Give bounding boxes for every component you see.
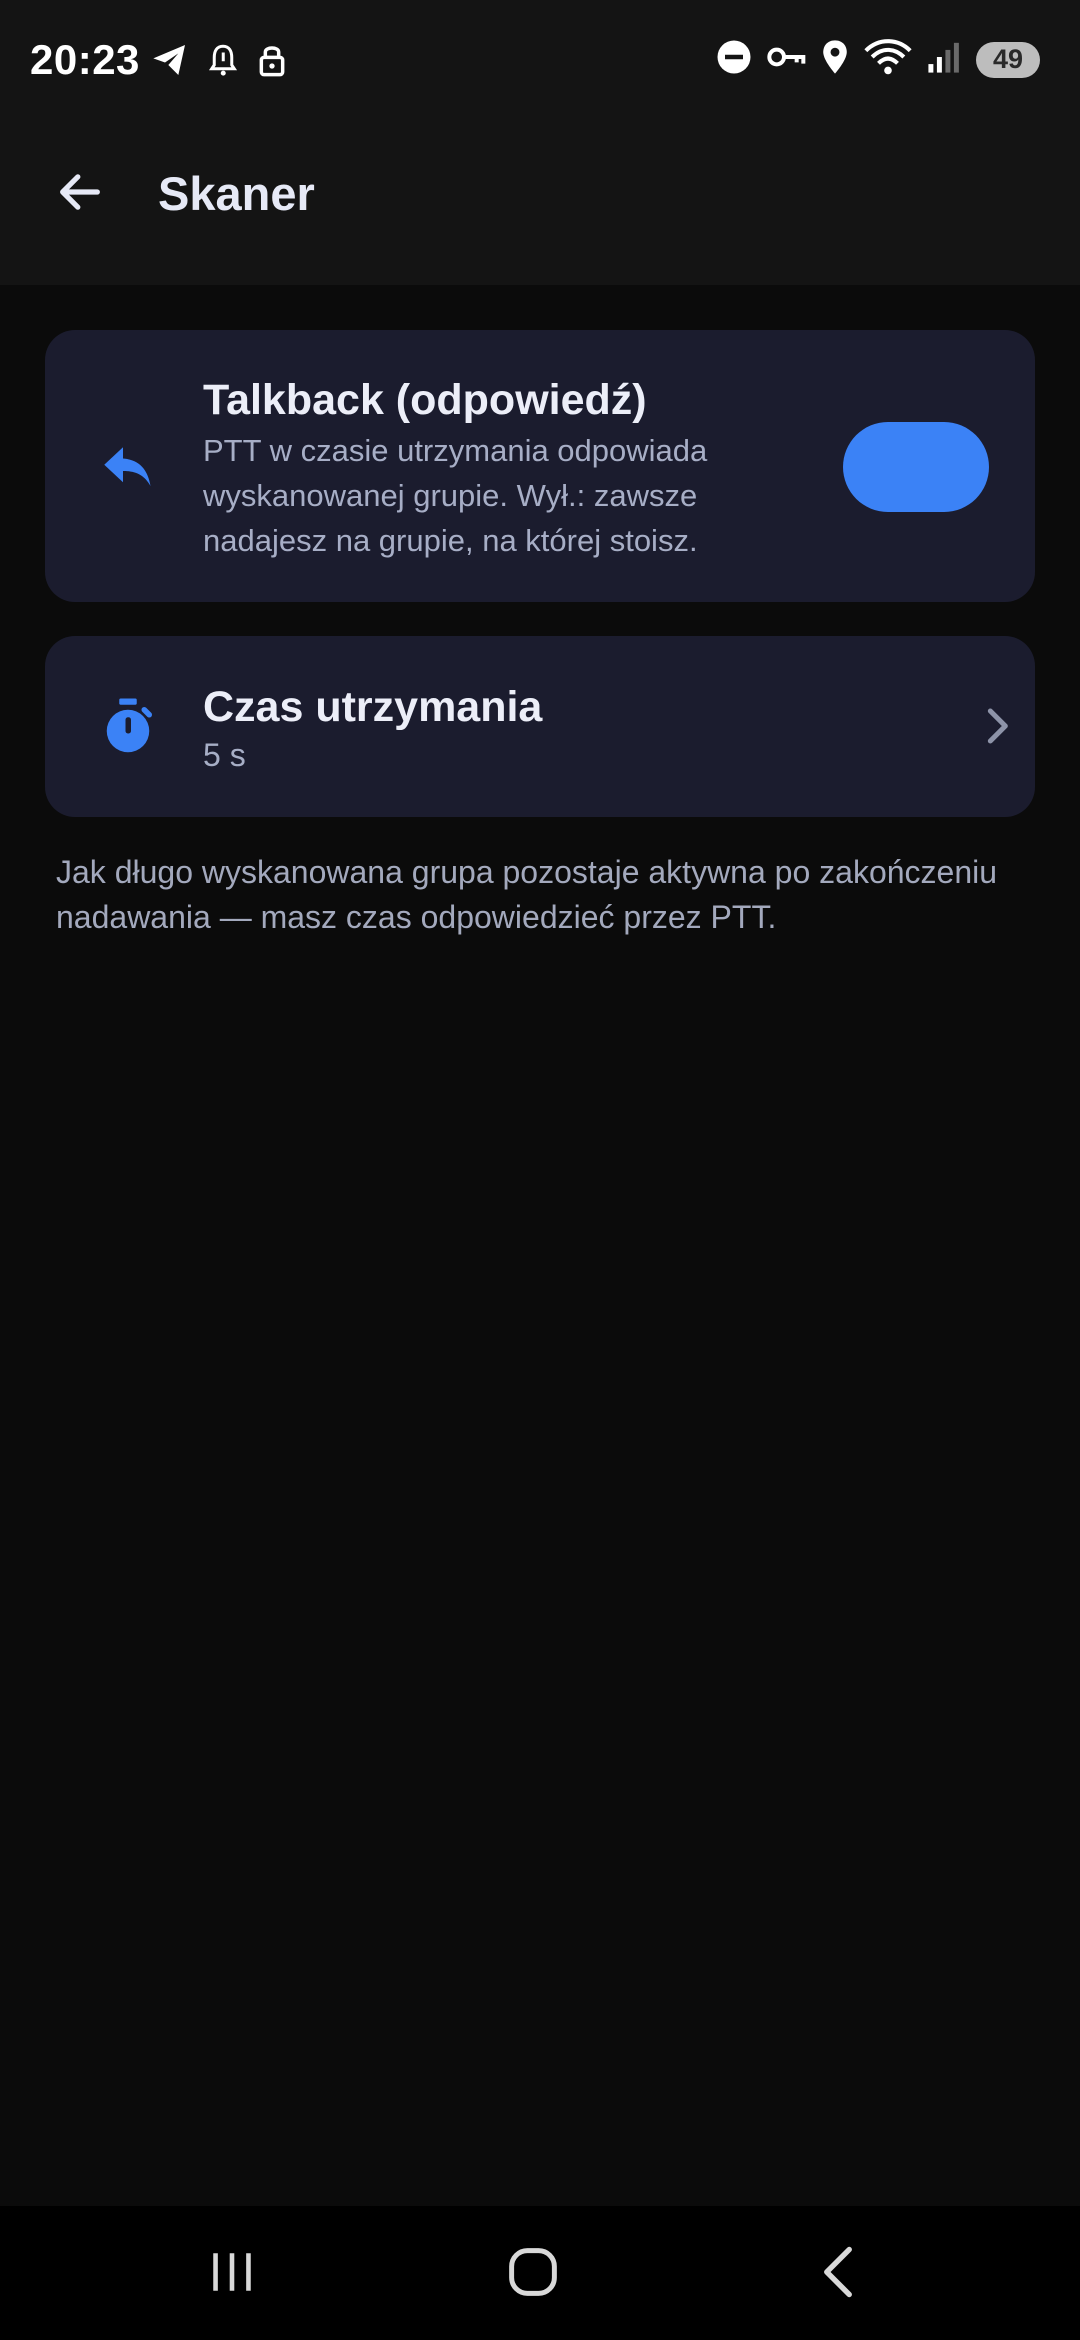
- status-bar: 20:23 49: [0, 0, 1080, 120]
- status-right-icons: 49: [716, 38, 1040, 81]
- system-nav-bar: [0, 2206, 1080, 2340]
- timer-icon: [95, 693, 161, 759]
- recents-button[interactable]: [192, 2236, 272, 2312]
- home-icon: [506, 2245, 560, 2304]
- do-not-disturb-icon: [716, 39, 752, 80]
- signal-icon: [926, 40, 962, 79]
- talkback-toggle[interactable]: [843, 422, 989, 512]
- arrow-back-icon: [54, 166, 106, 223]
- alarm-icon: [208, 42, 238, 83]
- reply-icon: [95, 433, 161, 499]
- battery-indicator: 49: [976, 41, 1040, 78]
- talkback-card[interactable]: Talkback (odpowiedź) PTT w czasie utrzym…: [45, 330, 1035, 602]
- recents-icon: [207, 2247, 257, 2302]
- hold-time-footnote: Jak długo wyskanowana grupa pozostaje ak…: [56, 854, 998, 935]
- talkback-title: Talkback (odpowiedź): [203, 376, 647, 424]
- hold-time-value: 5 s: [203, 737, 246, 773]
- hold-time-title: Czas utrzymania: [203, 683, 543, 731]
- back-icon: [815, 2245, 861, 2304]
- app-bar: Skaner: [0, 120, 1080, 285]
- wifi-icon: [864, 38, 912, 81]
- screen: 20:23 49 Skaner Talkback (odpowiedź) PTT…: [0, 0, 1080, 2340]
- page-title: Skaner: [158, 167, 315, 220]
- home-button[interactable]: [493, 2236, 573, 2312]
- lock-icon: [256, 41, 288, 84]
- chevron-right-icon: [975, 704, 1019, 748]
- telegram-icon: [150, 40, 190, 85]
- location-icon: [820, 39, 850, 80]
- status-time: 20:23: [30, 36, 140, 83]
- status-left-icons: [150, 40, 288, 85]
- back-button[interactable]: [48, 162, 112, 226]
- hold-time-card[interactable]: Czas utrzymania 5 s: [45, 636, 1035, 817]
- nav-back-button[interactable]: [798, 2236, 878, 2312]
- talkback-description: PTT w czasie utrzymania odpowiada wyskan…: [203, 433, 708, 558]
- vpn-key-icon: [766, 42, 806, 77]
